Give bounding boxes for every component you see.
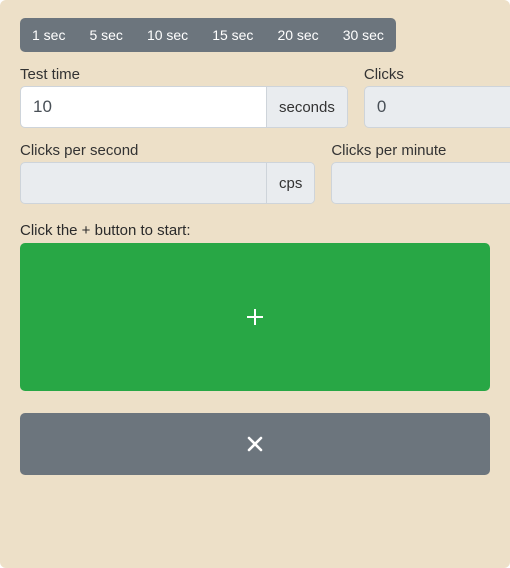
cps-output <box>21 163 266 203</box>
time-presets: 1 sec 5 sec 10 sec 15 sec 20 sec 30 sec <box>20 18 396 52</box>
test-time-suffix: seconds <box>266 87 347 127</box>
preset-5-sec[interactable]: 5 sec <box>77 18 134 52</box>
click-test-panel: 1 sec 5 sec 10 sec 15 sec 20 sec 30 sec … <box>0 0 510 568</box>
cps-group: cps <box>20 162 315 204</box>
clicks-group <box>364 86 510 128</box>
preset-10-sec[interactable]: 10 sec <box>135 18 200 52</box>
preset-15-sec[interactable]: 15 sec <box>200 18 265 52</box>
clicks-label: Clicks <box>364 66 510 83</box>
close-icon <box>246 435 264 453</box>
cps-suffix: cps <box>266 163 314 203</box>
instruction-text: Click the + button to start: <box>20 222 490 239</box>
test-time-group: seconds <box>20 86 348 128</box>
reset-button[interactable] <box>20 413 490 475</box>
preset-1-sec[interactable]: 1 sec <box>20 18 77 52</box>
cpm-group: cpm <box>331 162 510 204</box>
cpm-output <box>332 163 510 203</box>
cps-label: Clicks per second <box>20 142 315 159</box>
test-time-label: Test time <box>20 66 348 83</box>
start-button[interactable] <box>20 243 490 391</box>
preset-30-sec[interactable]: 30 sec <box>331 18 396 52</box>
preset-20-sec[interactable]: 20 sec <box>265 18 330 52</box>
clicks-output <box>365 87 510 127</box>
cpm-label: Clicks per minute <box>331 142 510 159</box>
plus-icon <box>245 307 265 327</box>
test-time-input[interactable] <box>21 87 266 127</box>
